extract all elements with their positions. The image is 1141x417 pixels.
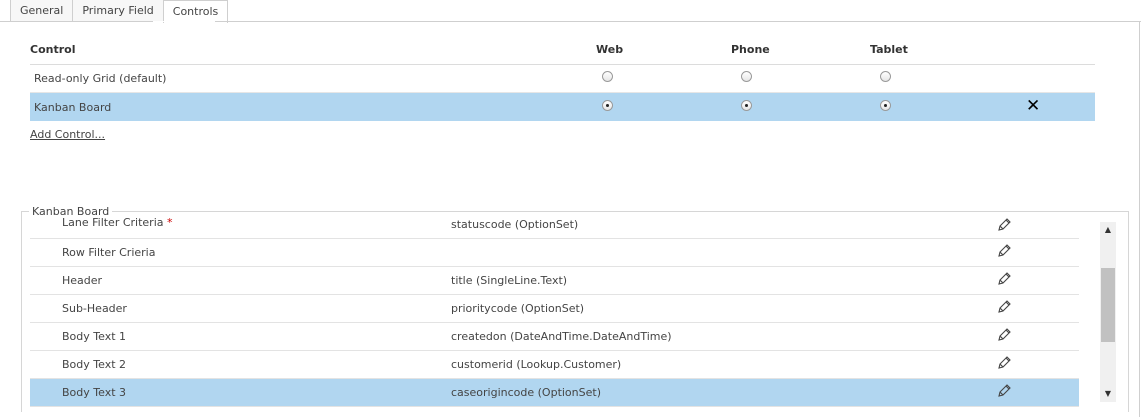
property-name: Body Text 1: [62, 330, 127, 343]
control-name: Kanban Board: [34, 101, 112, 114]
pencil-icon[interactable]: [996, 243, 1012, 259]
property-row[interactable]: Row Filter Crieria: [30, 239, 1079, 267]
column-header-control: Control: [30, 43, 76, 56]
phone-radio[interactable]: [741, 100, 752, 111]
property-name: Body Text 3: [62, 386, 127, 399]
web-radio[interactable]: [602, 100, 613, 111]
scroll-up-arrow-icon[interactable]: ▲: [1100, 222, 1116, 238]
column-header-phone: Phone: [731, 43, 770, 56]
scroll-down-arrow-icon[interactable]: ▼: [1100, 386, 1116, 402]
property-value: prioritycode (OptionSet): [451, 302, 585, 315]
property-value: statuscode (OptionSet): [451, 218, 579, 231]
property-name: Row Filter Crieria: [62, 246, 156, 259]
property-row[interactable]: Body Text 2 customerid (Lookup.Customer): [30, 351, 1079, 379]
pencil-icon[interactable]: [996, 355, 1012, 371]
property-value: customerid (Lookup.Customer): [451, 358, 622, 371]
phone-radio[interactable]: [741, 71, 752, 82]
property-row[interactable]: Header title (SingleLine.Text): [30, 267, 1079, 295]
vertical-scrollbar[interactable]: ▲ ▼: [1100, 222, 1116, 402]
active-tab-gap: [153, 21, 215, 22]
pencil-icon[interactable]: [996, 271, 1012, 287]
property-row[interactable]: Sub-Header prioritycode (OptionSet): [30, 295, 1079, 323]
pencil-icon[interactable]: [996, 217, 1012, 233]
pencil-icon[interactable]: [996, 299, 1012, 315]
column-header-web: Web: [596, 43, 624, 56]
property-row[interactable]: Body Text 1 createdon (DateAndTime.DateA…: [30, 323, 1079, 351]
tab-controls[interactable]: Controls: [162, 0, 229, 23]
kanban-properties-list: Lane Filter Criteria * statuscode (Optio…: [30, 212, 1079, 407]
web-radio[interactable]: [602, 71, 613, 82]
property-row[interactable]: Lane Filter Criteria * statuscode (Optio…: [30, 212, 1079, 239]
property-name: Lane Filter Criteria *: [62, 216, 173, 229]
control-row-kanban-board[interactable]: Kanban Board ✕: [30, 93, 1095, 121]
required-mark: *: [167, 216, 173, 229]
pencil-icon[interactable]: [996, 383, 1012, 399]
property-value: createdon (DateAndTime.DateAndTime): [451, 330, 672, 343]
controls-table-header: Control Web Phone Tablet: [30, 40, 1095, 65]
tab-primary-field[interactable]: Primary Field: [72, 0, 164, 21]
property-value: caseorigincode (OptionSet): [451, 386, 601, 399]
property-name: Body Text 2: [62, 358, 127, 371]
tablet-radio[interactable]: [880, 71, 891, 82]
control-row-readonly-grid[interactable]: Read-only Grid (default): [30, 64, 1095, 92]
property-row[interactable]: Body Text 3 caseorigincode (OptionSet): [30, 379, 1079, 407]
column-header-tablet: Tablet: [870, 43, 908, 56]
tab-strip: General Primary Field Controls: [10, 0, 229, 23]
add-control-link[interactable]: Add Control...: [30, 128, 105, 141]
pencil-icon[interactable]: [996, 327, 1012, 343]
property-name: Sub-Header: [62, 302, 127, 315]
property-name: Header: [62, 274, 103, 287]
tab-general[interactable]: General: [10, 0, 74, 21]
scrollbar-thumb[interactable]: [1101, 268, 1115, 342]
control-name: Read-only Grid (default): [34, 72, 167, 85]
property-value: title (SingleLine.Text): [451, 274, 568, 287]
panel-border: [1139, 21, 1140, 417]
tablet-radio[interactable]: [880, 100, 891, 111]
close-icon[interactable]: ✕: [1026, 97, 1040, 115]
